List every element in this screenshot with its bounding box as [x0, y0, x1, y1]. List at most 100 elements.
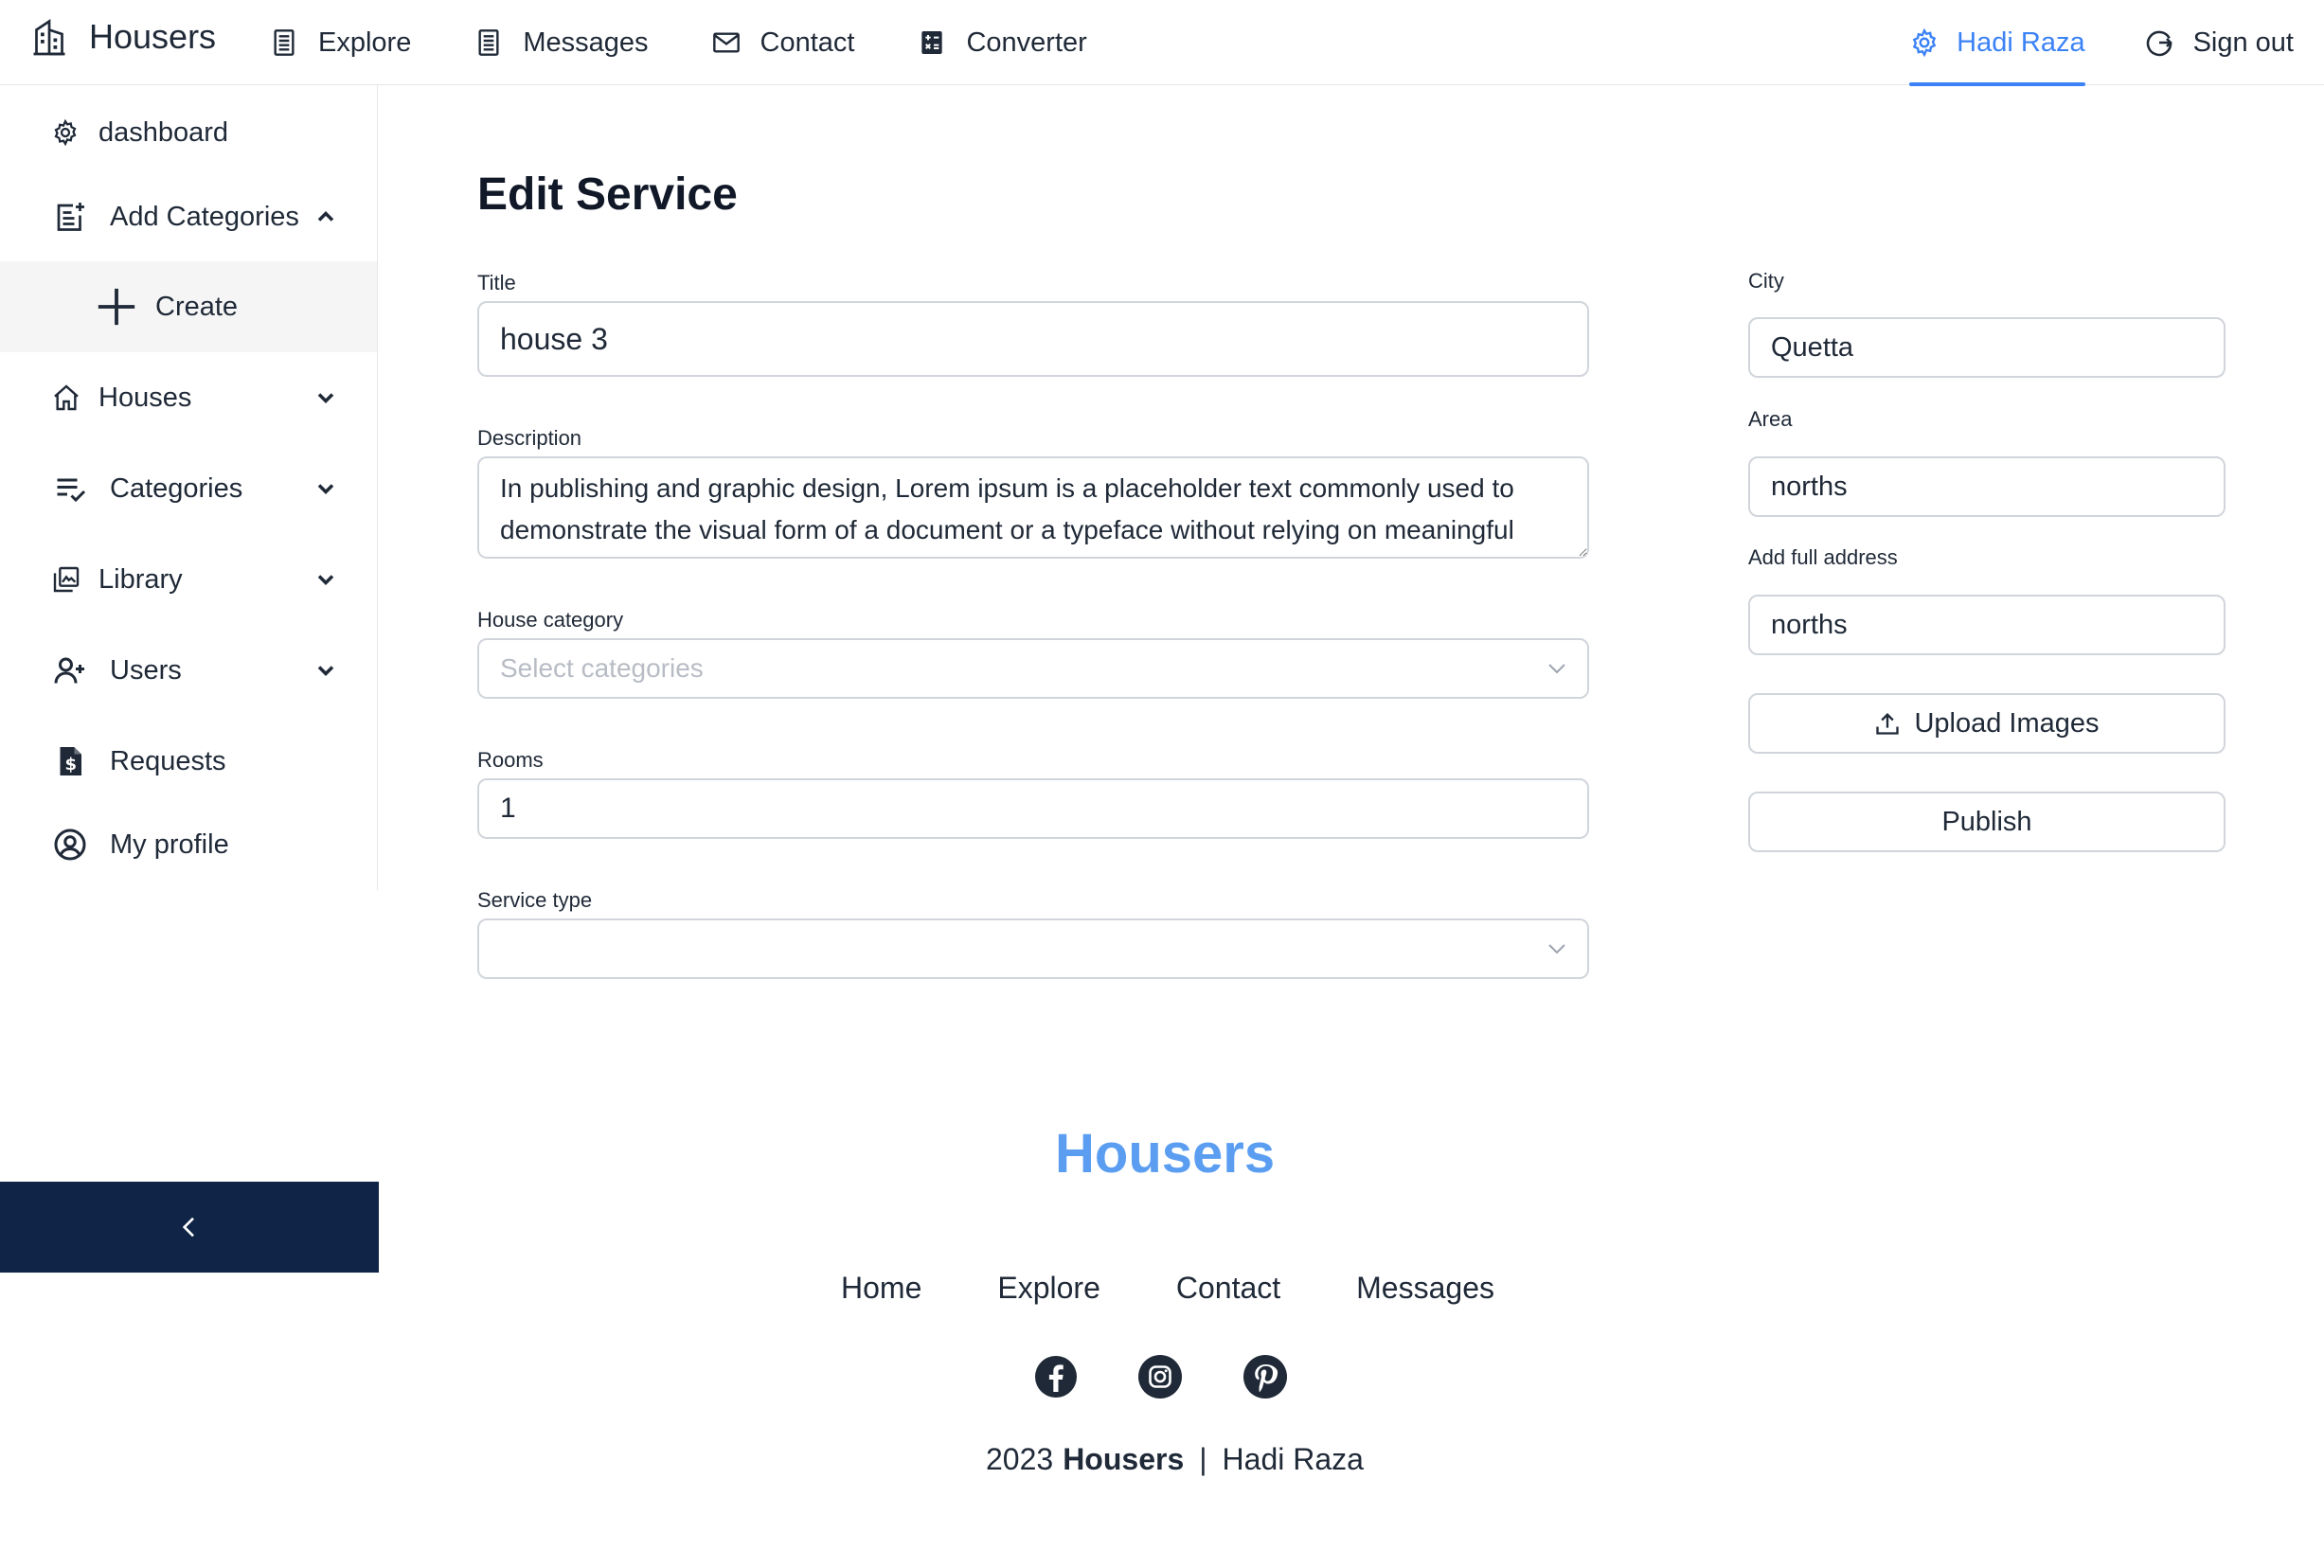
nav-messages[interactable]: Messages: [474, 27, 649, 59]
user-circle-icon: [53, 828, 87, 862]
copyright-year: 2023: [986, 1442, 1054, 1476]
area-input[interactable]: [1748, 456, 2226, 517]
sidebar-item-users[interactable]: Users: [0, 637, 377, 704]
city-input[interactable]: [1748, 317, 2226, 378]
home-icon: [51, 383, 81, 413]
copyright: 2023 Housers | Hadi Raza: [986, 1442, 1364, 1477]
upload-images-label: Upload Images: [1914, 707, 2100, 739]
sign-out-link[interactable]: Sign out: [2144, 27, 2294, 59]
sidebar-item-categories[interactable]: Categories: [0, 455, 377, 522]
dollar-file-icon: $: [53, 744, 87, 778]
list-icon: [474, 27, 504, 58]
sidebar-item-label: Requests: [110, 745, 226, 776]
footer-nav: Home Explore Contact Messages: [841, 1271, 1570, 1306]
nav-contact[interactable]: Contact: [711, 27, 855, 59]
publish-button[interactable]: Publish: [1748, 792, 2226, 852]
service-type-label: Service type: [477, 888, 593, 912]
rooms-input[interactable]: [477, 778, 1589, 839]
copyright-author: Hadi Raza: [1222, 1442, 1364, 1476]
signout-icon: [2144, 27, 2174, 58]
nav-converter[interactable]: Converter: [917, 27, 1087, 59]
sidebar-item-label: Houses: [98, 382, 192, 413]
address-label: Add full address: [1748, 545, 1898, 569]
chevron-down-icon: [313, 475, 339, 502]
sidebar-collapse-button[interactable]: [0, 1182, 379, 1273]
checklist-icon: [53, 472, 87, 506]
sidebar-item-my-profile[interactable]: My profile: [0, 811, 377, 878]
title-input[interactable]: [477, 301, 1589, 377]
footer-link-contact[interactable]: Contact: [1176, 1271, 1280, 1306]
chevron-down-icon: [313, 657, 339, 684]
description-textarea[interactable]: In publishing and graphic design, Lorem …: [477, 456, 1589, 559]
page-title: Edit Service: [477, 169, 738, 220]
copyright-brand: Housers: [1063, 1442, 1185, 1476]
facebook-icon[interactable]: [1033, 1354, 1079, 1399]
chevron-down-icon: [313, 566, 339, 593]
svg-text:$: $: [64, 755, 77, 775]
instagram-icon[interactable]: [1137, 1354, 1183, 1399]
nav-explore[interactable]: Explore: [269, 27, 411, 59]
nav-explore-label: Explore: [318, 27, 412, 58]
sidebar-item-label: Create: [155, 291, 239, 322]
upload-icon: [1874, 710, 1901, 737]
area-label: Area: [1748, 407, 1793, 431]
plus-icon: [95, 285, 138, 329]
sidebar-item-dashboard[interactable]: dashboard: [0, 99, 377, 166]
chevron-up-icon: [313, 204, 339, 230]
chevron-left-icon: [174, 1212, 205, 1242]
main-nav: Explore Messages Contact Converter: [269, 0, 1150, 85]
publish-label: Publish: [1941, 806, 2032, 837]
house-category-select[interactable]: Select categories: [477, 638, 1589, 699]
add-user-icon: [53, 653, 87, 687]
sidebar-item-requests[interactable]: $ Requests: [0, 728, 377, 794]
city-label: City: [1748, 269, 1784, 293]
brand-name: Housers: [89, 17, 217, 56]
sidebar-item-label: Categories: [110, 472, 243, 504]
sidebar-item-label: Users: [110, 654, 182, 686]
building-icon: [32, 18, 66, 56]
nav-converter-label: Converter: [966, 27, 1087, 58]
active-indicator: [1909, 82, 2085, 86]
user-name: Hadi Raza: [1957, 27, 2085, 58]
nav-contact-label: Contact: [760, 27, 855, 58]
rooms-label: Rooms: [477, 748, 544, 772]
house-category-label: House category: [477, 608, 624, 632]
pinterest-icon[interactable]: [1242, 1354, 1288, 1399]
chevron-down-icon: [1546, 937, 1568, 960]
gear-icon: [1909, 27, 1940, 58]
top-navbar: Housers Explore Messages Contact Convert…: [0, 0, 2324, 86]
footer-link-messages[interactable]: Messages: [1356, 1271, 1494, 1306]
sidebar: dashboard Add Categories Create Houses C…: [0, 85, 378, 890]
service-type-select[interactable]: [477, 918, 1589, 979]
user-profile-link[interactable]: Hadi Raza: [1909, 0, 2085, 86]
sign-out-label: Sign out: [2192, 27, 2294, 58]
nav-messages-label: Messages: [523, 27, 649, 58]
sidebar-item-label: Library: [98, 563, 183, 595]
upload-images-button[interactable]: Upload Images: [1748, 693, 2226, 754]
sidebar-item-label: dashboard: [98, 116, 229, 148]
sidebar-item-houses[interactable]: Houses: [0, 365, 377, 431]
list-icon: [269, 27, 299, 58]
user-nav: Hadi Raza Sign out: [1909, 0, 2324, 86]
footer-link-explore[interactable]: Explore: [997, 1271, 1100, 1306]
title-label: Title: [477, 271, 516, 294]
sidebar-item-library[interactable]: Library: [0, 546, 377, 613]
sidebar-item-add-categories[interactable]: Add Categories: [0, 184, 377, 250]
add-note-icon: [53, 200, 87, 234]
brand-link[interactable]: Housers: [32, 17, 216, 57]
chevron-down-icon: [313, 384, 339, 411]
mail-icon: [711, 27, 742, 58]
address-input[interactable]: [1748, 595, 2226, 655]
calculator-icon: [917, 27, 947, 58]
sidebar-item-create[interactable]: Create: [0, 261, 377, 352]
chevron-down-icon: [1546, 657, 1568, 680]
copyright-separator: |: [1199, 1442, 1207, 1476]
house-category-placeholder: Select categories: [500, 653, 704, 683]
description-label: Description: [477, 426, 582, 450]
gear-icon: [51, 118, 80, 147]
footer-link-home[interactable]: Home: [841, 1271, 921, 1306]
sidebar-item-label: Add Categories: [110, 201, 299, 232]
library-icon: [51, 564, 81, 595]
footer-brand: Housers: [1055, 1123, 1276, 1185]
sidebar-item-label: My profile: [110, 829, 229, 860]
